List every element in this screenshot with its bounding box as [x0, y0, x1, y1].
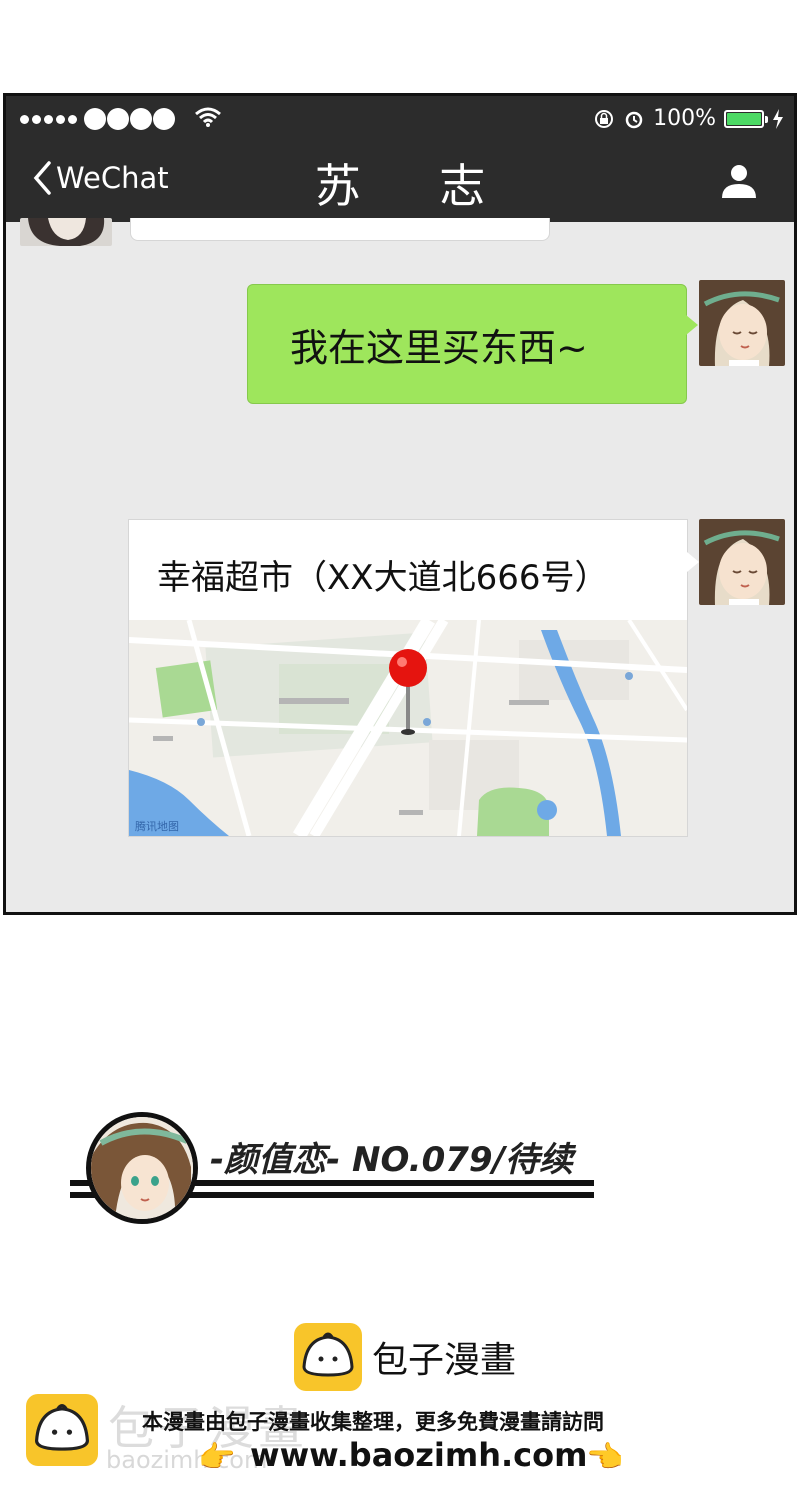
- message-text: 我在这里买东西~: [290, 325, 588, 370]
- pointing-right-hand-icon: 👉: [198, 1440, 236, 1475]
- wifi-icon: [195, 107, 221, 127]
- my-avatar-location[interactable]: [699, 519, 785, 605]
- watermark-ghost-url: baozimh.com: [106, 1446, 268, 1474]
- brand-logo: 包子漫畫: [294, 1323, 516, 1391]
- watermark-bun-icon: [26, 1394, 98, 1466]
- status-bar: 100%: [6, 96, 794, 142]
- charging-bolt-icon: [773, 108, 783, 129]
- person-icon[interactable]: [720, 162, 758, 200]
- location-name: 幸福超市（XX大道北666号）: [157, 558, 609, 598]
- my-text-message[interactable]: 我在这里买东西~: [247, 284, 698, 404]
- pointing-left-hand-icon: 👈: [586, 1440, 624, 1475]
- bun-logo-icon: [294, 1323, 362, 1391]
- contact-avatar[interactable]: [20, 218, 112, 246]
- battery-icon: [724, 109, 768, 128]
- watermark-note: 本漫畫由包子漫畫收集整理，更多免費漫畫請訪問: [142, 1410, 604, 1434]
- my-avatar[interactable]: [699, 280, 785, 366]
- brand-name: 包子漫畫: [372, 1340, 517, 1381]
- battery-percent: 100%: [653, 106, 716, 131]
- signal-strength-icon: [20, 108, 175, 130]
- chapter-banner: -颜值恋- NO.079/待续: [70, 1110, 600, 1230]
- phone-screen: 100% WeChat 苏 志 我在这里买东西~ 幸福超市（XX大道北666号）…: [3, 93, 797, 915]
- alarm-icon: [625, 111, 643, 128]
- location-message-card[interactable]: 幸福超市（XX大道北666号） 腾讯地图: [128, 519, 699, 837]
- series-title: -颜值恋- NO.079/待续: [210, 1140, 573, 1180]
- character-portrait: [86, 1112, 198, 1224]
- chat-title: 苏 志: [314, 159, 518, 213]
- map-provider-label: 腾讯地图: [135, 820, 179, 833]
- previous-message-bubble[interactable]: [130, 218, 550, 241]
- map-preview[interactable]: 腾讯地图: [129, 620, 687, 836]
- rotation-lock-icon: [595, 109, 614, 128]
- watermark-url[interactable]: www.baozimh.com: [250, 1436, 587, 1474]
- chat-header: WeChat 苏 志: [6, 142, 794, 222]
